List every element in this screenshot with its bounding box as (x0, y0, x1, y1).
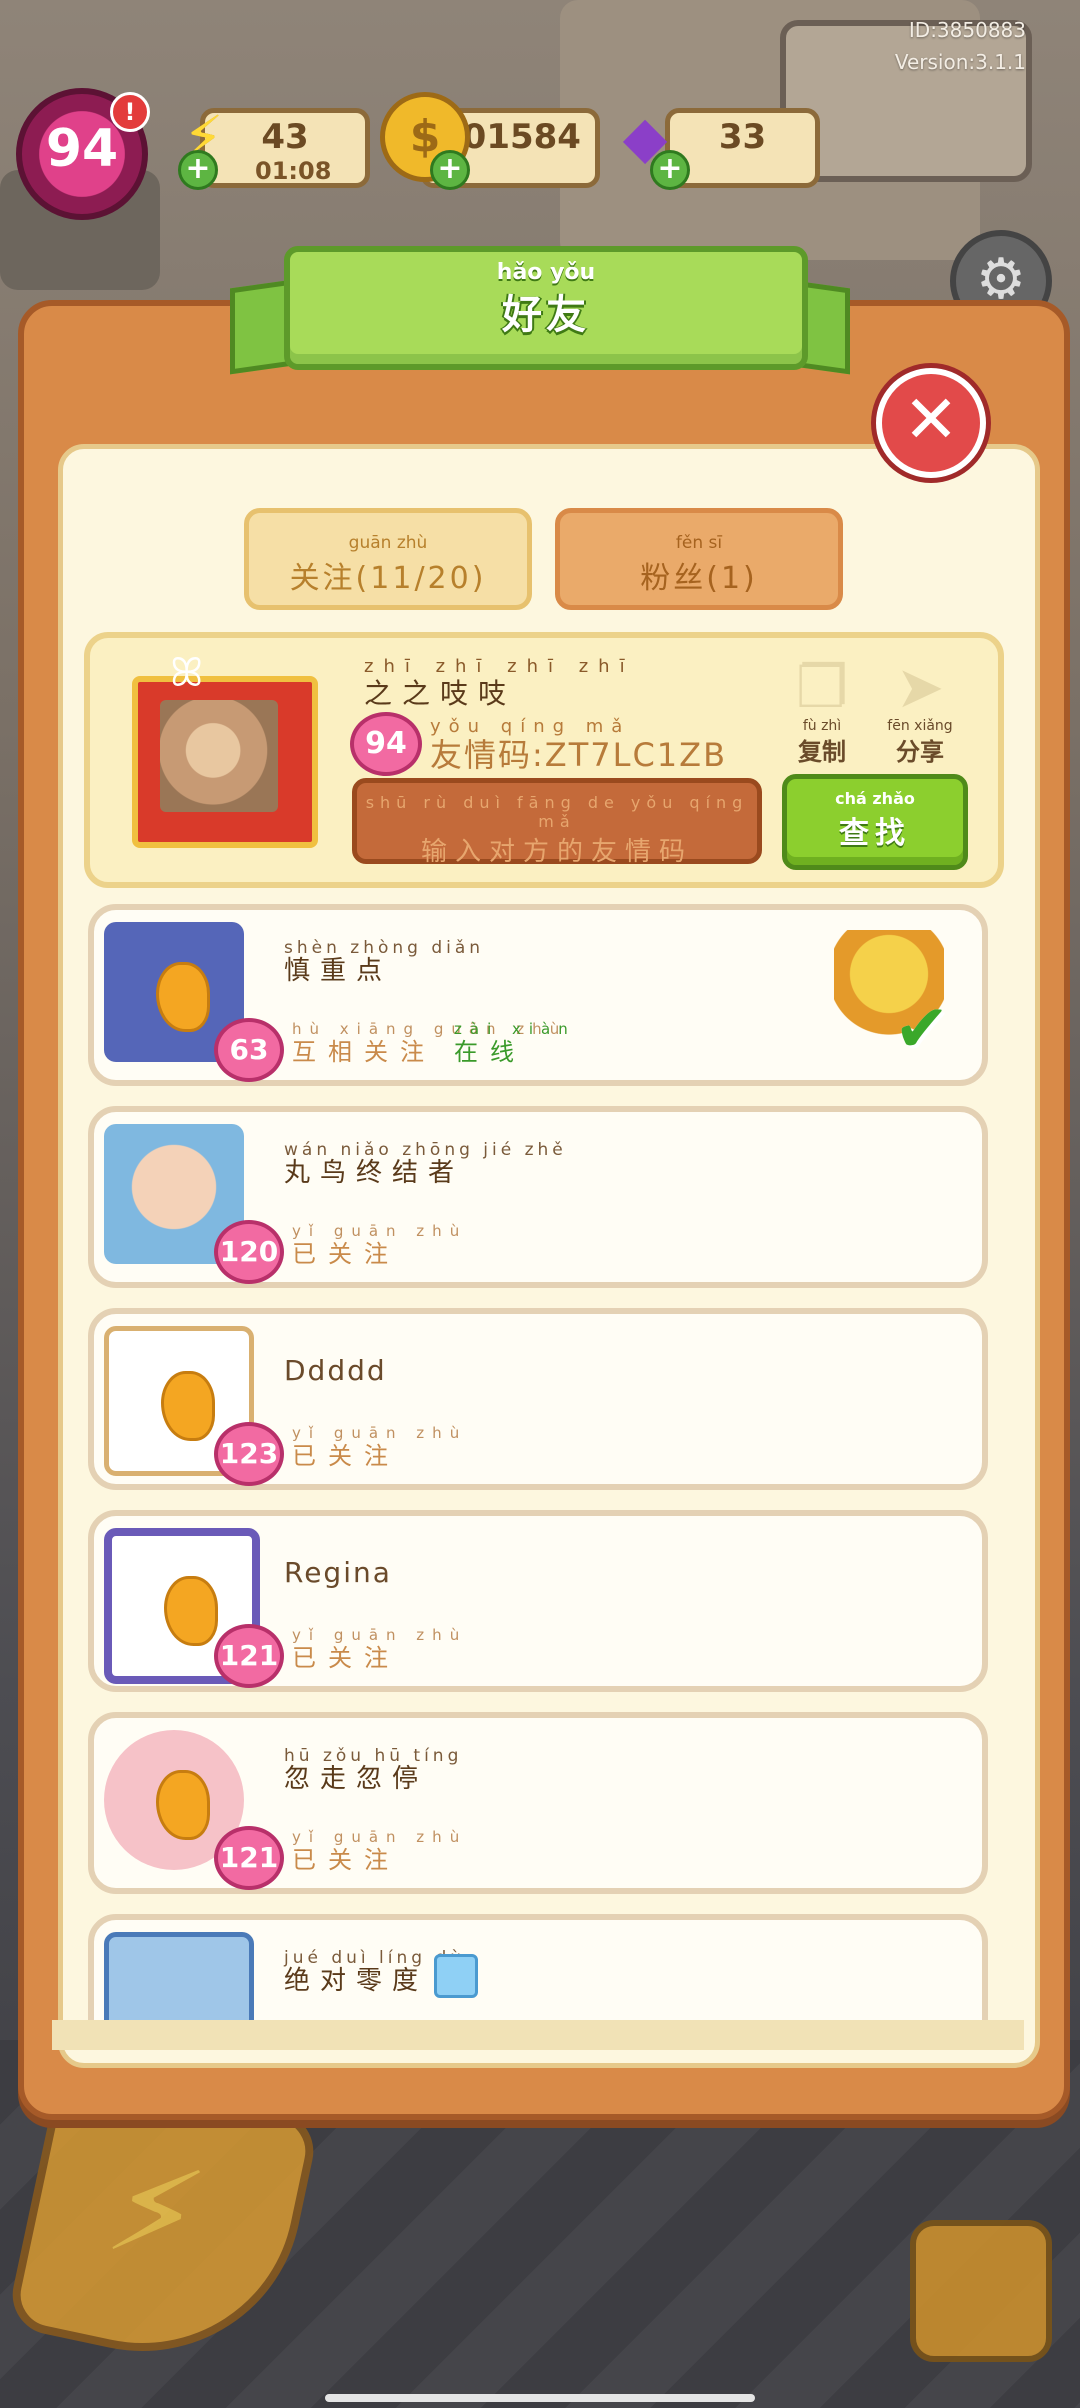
friend-name: 忽走忽停 (284, 1764, 429, 1794)
find-label: 查找 (839, 816, 911, 851)
avatar (160, 700, 278, 812)
copy-icon: ❐ (796, 653, 848, 721)
find-pinyin: chá zhǎo (835, 789, 915, 808)
friend-level-badge: 121 (214, 1826, 284, 1890)
list-item[interactable]: 121 Regina yǐ guān zhù 已关注 (88, 1510, 988, 1692)
friend-list[interactable]: 63 shèn zhòng diǎn 慎重点 hù xiāng guān zhù… (88, 902, 992, 2032)
friend-name: Ddddd (284, 1354, 387, 1387)
tab-following[interactable]: guān zhù 关注(11/20) (244, 508, 532, 610)
add-coins-button[interactable]: + (430, 150, 470, 190)
list-bottom-edge (52, 2020, 1024, 2050)
duck-avatar-icon (156, 962, 210, 1032)
alert-badge: ! (110, 92, 150, 132)
friend-code-input[interactable]: shū rù duì fāng de yǒu qíng mǎ 输入对方的友情码 (352, 778, 762, 867)
add-energy-button[interactable]: + (178, 150, 218, 190)
friend-status: 已关注 (292, 1240, 400, 1268)
friend-name: Regina (284, 1556, 392, 1589)
copy-button[interactable]: ❐ fù zhì 复制 (786, 653, 858, 766)
version-info: ID:3850883 Version:3.1.1 (895, 14, 1026, 78)
chat-button[interactable] (910, 2220, 1052, 2362)
friend-code: 友情码:ZT7LC1ZB (430, 736, 728, 774)
list-item[interactable]: 120 wán niǎo zhōng jié zhě 丸鸟终结者 yǐ guān… (88, 1106, 988, 1288)
friend-level-badge: 120 (214, 1220, 284, 1284)
friend-level-badge: 121 (214, 1624, 284, 1688)
online-status: 在线 (454, 1038, 526, 1066)
add-gems-button[interactable]: + (650, 150, 690, 190)
dialog-title: 好友 (502, 292, 590, 338)
list-item[interactable]: 123 Ddddd yǐ guān zhù 已关注 (88, 1308, 988, 1490)
friend-level-badge: 123 (214, 1422, 284, 1486)
share-label: 分享 (896, 738, 944, 766)
input-placeholder: 输入对方的友情码 (420, 837, 693, 867)
close-button[interactable]: ✕ (876, 368, 986, 478)
dialog-title-ribbon: hǎo yǒu 好友 (230, 236, 850, 466)
friend-level-badge: 63 (214, 1018, 284, 1082)
player-id: ID:3850883 (908, 18, 1026, 42)
version-label: Version:3.1.1 (894, 50, 1026, 74)
checkmark-icon: ✔ (894, 990, 950, 1067)
tab-pinyin: guān zhù (348, 533, 428, 553)
profile-level-badge: 94 (350, 712, 422, 776)
friend-status: 已关注 (292, 1442, 400, 1470)
duck-avatar-icon (161, 1371, 215, 1441)
list-item[interactable]: jué duì líng dù 绝对零度 (88, 1914, 988, 2032)
ribbon-banner: hǎo yǒu 好友 (284, 246, 808, 370)
close-icon: ✕ (903, 381, 959, 458)
ice-cube-icon (434, 1954, 478, 1998)
duck-avatar-icon (156, 1770, 210, 1840)
profile-name: 之之吱吱 (364, 677, 517, 710)
tab-pinyin: fěn sī (675, 533, 723, 553)
tab-label: 粉丝(1) (640, 561, 758, 596)
paper-plane-icon: ➤ (895, 653, 945, 721)
tab-fans[interactable]: fěn sī 粉丝(1) (555, 508, 843, 610)
copy-label: 复制 (798, 738, 846, 766)
friend-status: 互相关注 (292, 1038, 436, 1066)
friend-status: 已关注 (292, 1846, 400, 1874)
gem-value: 33 (718, 117, 767, 157)
list-item[interactable]: 63 shèn zhòng diǎn 慎重点 hù xiāng guān zhù… (88, 904, 988, 1086)
friend-name: 丸鸟终结者 (284, 1158, 465, 1188)
list-item[interactable]: 121 hū zǒu hū tíng 忽走忽停 yǐ guān zhù 已关注 (88, 1712, 988, 1894)
share-button[interactable]: ➤ fēn xiǎng 分享 (884, 653, 956, 766)
tab-label: 关注(11/20) (289, 561, 487, 596)
friend-status: 已关注 (292, 1644, 400, 1672)
input-pinyin: shū rù duì fāng de yǒu qíng mǎ (365, 793, 749, 831)
energy-timer: 01:08 (255, 157, 332, 185)
friend-name: 慎重点 (284, 956, 393, 986)
bunny-ears-decoration: ꕤ (170, 650, 204, 696)
home-indicator[interactable] (325, 2394, 755, 2402)
avatar (104, 1932, 254, 2032)
friend-name: 绝对零度 (284, 1966, 429, 1996)
duck-avatar-icon (164, 1576, 218, 1646)
find-button[interactable]: chá zhǎo 查找 (782, 774, 968, 870)
